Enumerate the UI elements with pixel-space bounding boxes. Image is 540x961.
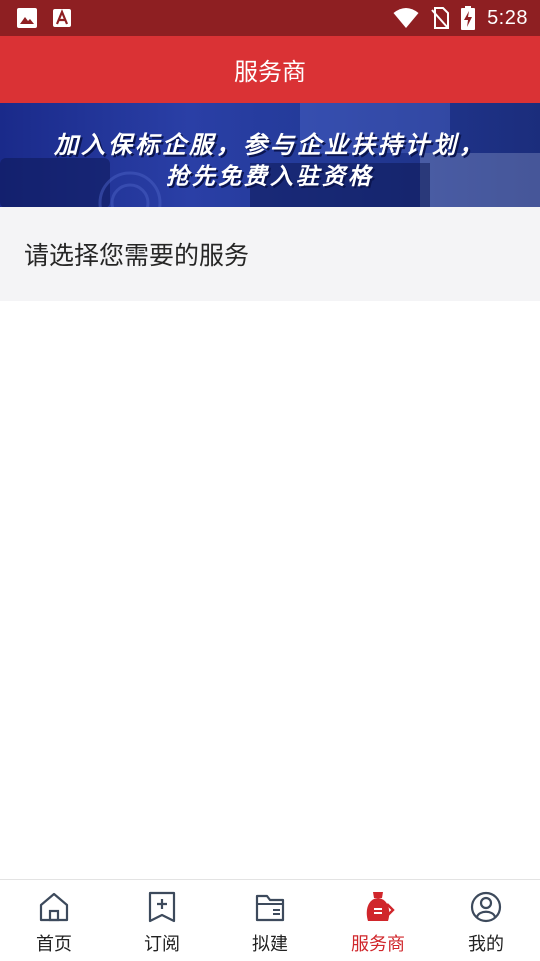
- promo-banner[interactable]: 加入保标企服，参与企业扶持计划， 抢先免费入驻资格: [0, 103, 540, 207]
- no-sim-icon: [431, 7, 450, 29]
- tab-label: 拟建: [252, 934, 288, 955]
- banner-subline: 抢先免费入驻资格: [166, 164, 374, 190]
- profile-icon: [470, 891, 502, 923]
- tab-home[interactable]: 首页: [0, 880, 108, 961]
- folder-icon: [255, 894, 285, 922]
- tab-label: 服务商: [351, 934, 405, 955]
- subscribe-icon: [148, 891, 176, 923]
- tab-subscribe[interactable]: 订阅: [108, 880, 216, 961]
- wifi-icon: [393, 8, 419, 28]
- tab-service-provider[interactable]: 服务商: [324, 880, 432, 961]
- tab-label: 首页: [36, 934, 72, 955]
- tab-label: 我的: [468, 934, 504, 955]
- status-bar: 5:28: [0, 0, 540, 36]
- battery-charging-icon: [461, 6, 476, 30]
- app-bar: 服务商: [0, 36, 540, 103]
- tab-profile[interactable]: 我的: [432, 880, 540, 961]
- service-prompt-text: 请选择您需要的服务: [24, 241, 250, 270]
- image-notification-icon: [17, 8, 37, 28]
- service-provider-icon: [366, 892, 395, 921]
- status-time: 5:28: [487, 6, 528, 29]
- banner-headline: 加入保标企服，参与企业扶持计划，: [54, 131, 486, 159]
- font-notification-icon: [53, 9, 71, 27]
- page-title: 服务商: [234, 58, 306, 86]
- tab-label: 订阅: [144, 934, 180, 955]
- tab-proposed[interactable]: 拟建: [216, 880, 324, 961]
- home-icon: [39, 892, 69, 922]
- service-prompt-section: 请选择您需要的服务: [0, 207, 540, 301]
- bottom-tab-bar: 首页 订阅 拟建 服务商 我的: [0, 879, 540, 961]
